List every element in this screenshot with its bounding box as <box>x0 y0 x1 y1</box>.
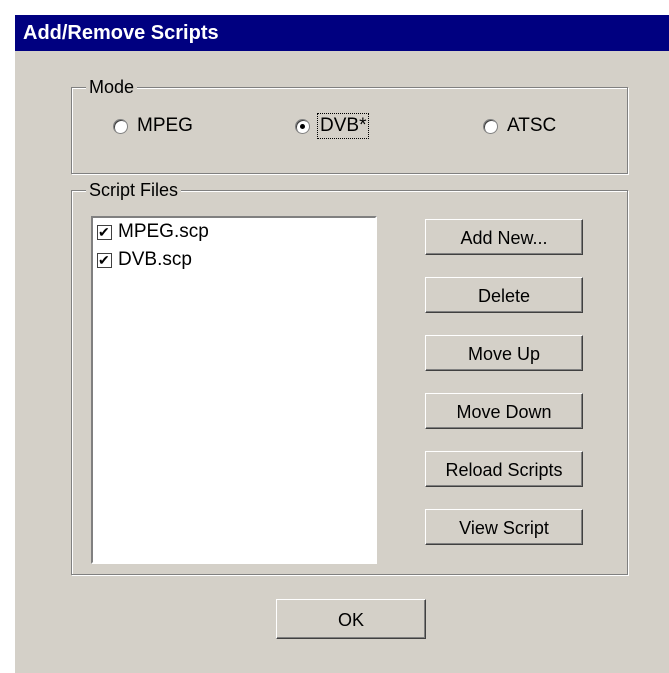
view-script-button[interactable]: View Script <box>425 509 583 545</box>
mode-radio-dvb[interactable]: DVB* <box>295 113 370 139</box>
ok-button[interactable]: OK <box>276 599 426 639</box>
mode-radio-atsc-label: ATSC <box>507 115 557 136</box>
list-item[interactable]: MPEG.scp <box>93 218 375 246</box>
list-item[interactable]: DVB.scp <box>93 246 375 274</box>
mode-radio-mpeg-label: MPEG <box>137 115 193 136</box>
move-up-button[interactable]: Move Up <box>425 335 583 371</box>
mode-radio-mpeg[interactable]: MPEG <box>113 115 193 137</box>
checkbox-checked-icon[interactable] <box>97 250 112 270</box>
reload-scripts-button[interactable]: Reload Scripts <box>425 451 583 487</box>
delete-button[interactable]: Delete <box>425 277 583 313</box>
mode-radio-dvb-label: DVB* <box>316 113 370 139</box>
add-new-button[interactable]: Add New... <box>425 219 583 255</box>
radio-button-selected-icon <box>295 118 310 134</box>
mode-radio-atsc[interactable]: ATSC <box>483 115 556 137</box>
mode-group-label: Mode <box>86 76 138 98</box>
move-down-button[interactable]: Move Down <box>425 393 583 429</box>
checkbox-checked-icon[interactable] <box>97 222 112 242</box>
script-files-listbox[interactable]: MPEG.scp DVB.scp <box>91 216 377 564</box>
script-files-group-label: Script Files <box>86 179 182 201</box>
dialog-title: Add/Remove Scripts <box>15 15 669 51</box>
radio-button-icon <box>113 118 128 134</box>
radio-button-icon <box>483 118 498 134</box>
add-remove-scripts-dialog: Add/Remove Scripts Mode MPEG DVB* ATSC S… <box>14 14 669 673</box>
list-item-label: MPEG.scp <box>118 221 209 242</box>
list-item-label: DVB.scp <box>118 249 192 270</box>
